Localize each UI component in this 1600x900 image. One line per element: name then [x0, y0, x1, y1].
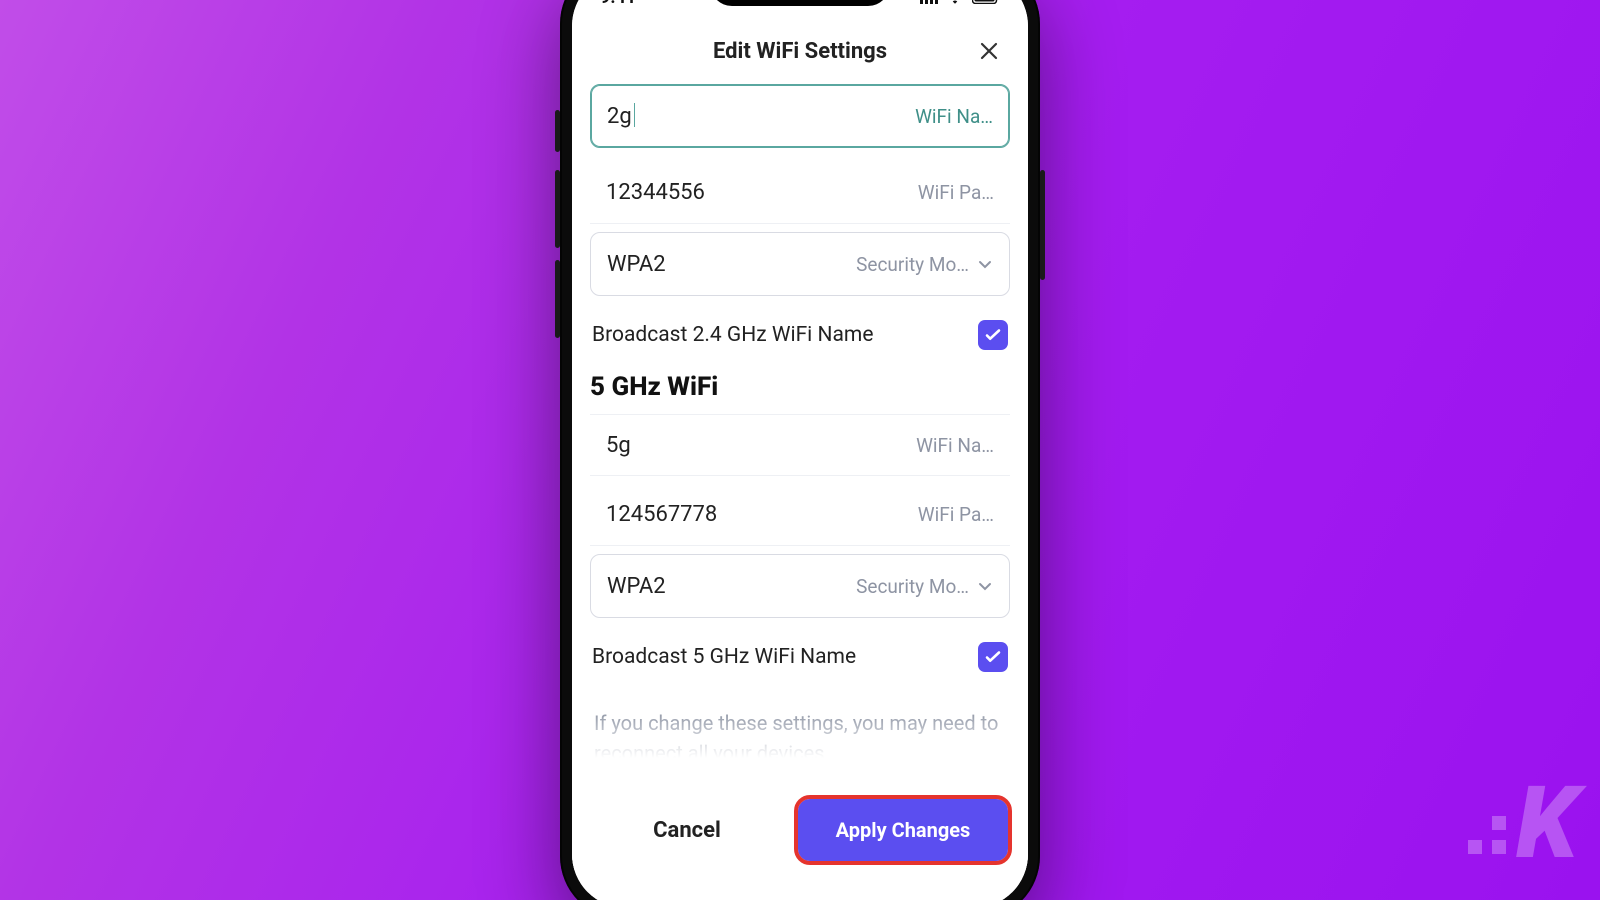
wifi24-broadcast-label: Broadcast 2.4 GHz WiFi Name: [592, 323, 873, 347]
wifi24-password-label: WiFi Pa…: [918, 181, 994, 204]
check-icon: [984, 326, 1002, 344]
wifi5-security-label: Security Mo…: [856, 575, 969, 598]
wifi5-name-field[interactable]: 5g WiFi Na…: [590, 414, 1010, 476]
wifi24-password-field[interactable]: 12344556 WiFi Pa…: [590, 162, 1010, 224]
wifi24-name-value: 2g: [607, 103, 635, 129]
cancel-button[interactable]: Cancel: [592, 798, 782, 863]
text-caret: [634, 103, 635, 127]
modal-title: Edit WiFi Settings: [713, 39, 887, 64]
wifi5-name-label: WiFi Na…: [916, 434, 994, 457]
wifi5-password-value: 124567778: [606, 502, 717, 527]
wifi24-broadcast-row: Broadcast 2.4 GHz WiFi Name: [590, 314, 1010, 368]
stage: 9:41 Edit WiFi Settings: [0, 0, 1600, 900]
modal-footer: Cancel Apply Changes: [572, 776, 1028, 900]
wifi5-security-value: WPA2: [607, 574, 666, 599]
chevron-down-icon: [977, 256, 993, 272]
watermark: K: [1468, 765, 1572, 882]
settings-scroll-area[interactable]: 2g WiFi Na… 12344556 WiFi Pa… WPA2 Secur…: [572, 80, 1028, 776]
phone-power-button: [1040, 170, 1045, 280]
wifi24-name-field[interactable]: 2g WiFi Na…: [590, 84, 1010, 148]
wifi24-name-label: WiFi Na…: [915, 105, 993, 128]
wifi5-broadcast-label: Broadcast 5 GHz WiFi Name: [592, 645, 856, 669]
status-right-cluster: [920, 0, 1000, 4]
phone-bezel: 9:41 Edit WiFi Settings: [572, 0, 1028, 900]
wifi5-broadcast-checkbox[interactable]: [978, 642, 1008, 672]
wifi5-password-field[interactable]: 124567778 WiFi Pa…: [590, 484, 1010, 546]
wifi5-password-label: WiFi Pa…: [918, 503, 994, 526]
wifi24-security-label: Security Mo…: [856, 253, 969, 276]
app-screen: 9:41 Edit WiFi Settings: [572, 0, 1028, 900]
chevron-down-icon: [977, 578, 993, 594]
watermark-dots-icon: [1468, 816, 1506, 854]
wifi5-broadcast-row: Broadcast 5 GHz WiFi Name: [590, 636, 1010, 690]
apply-changes-button[interactable]: Apply Changes: [798, 799, 1008, 861]
status-time: 9:41: [600, 0, 636, 8]
settings-change-note: If you change these settings, you may ne…: [590, 690, 1010, 768]
wifi24-security-select[interactable]: WPA2 Security Mo…: [590, 232, 1010, 296]
battery-icon: [972, 0, 1000, 4]
wifi24-broadcast-checkbox[interactable]: [978, 320, 1008, 350]
wifi5-name-value: 5g: [606, 433, 631, 458]
section-5ghz-title: 5 GHz WiFi: [590, 368, 1010, 414]
phone-volume-down: [555, 260, 560, 338]
check-icon: [984, 648, 1002, 666]
modal-header: Edit WiFi Settings: [572, 22, 1028, 80]
cellular-signal-icon: [920, 0, 938, 4]
wifi24-password-value: 12344556: [606, 180, 705, 205]
phone-frame: 9:41 Edit WiFi Settings: [560, 0, 1040, 900]
wifi-icon: [946, 0, 964, 4]
wifi5-security-select[interactable]: WPA2 Security Mo…: [590, 554, 1010, 618]
close-icon: [979, 41, 999, 61]
phone-notch: [710, 0, 890, 6]
watermark-letter: K: [1516, 765, 1572, 882]
close-button[interactable]: [972, 34, 1006, 68]
phone-volume-up: [555, 170, 560, 248]
wifi24-security-value: WPA2: [607, 252, 666, 277]
phone-mute-switch: [555, 110, 560, 152]
